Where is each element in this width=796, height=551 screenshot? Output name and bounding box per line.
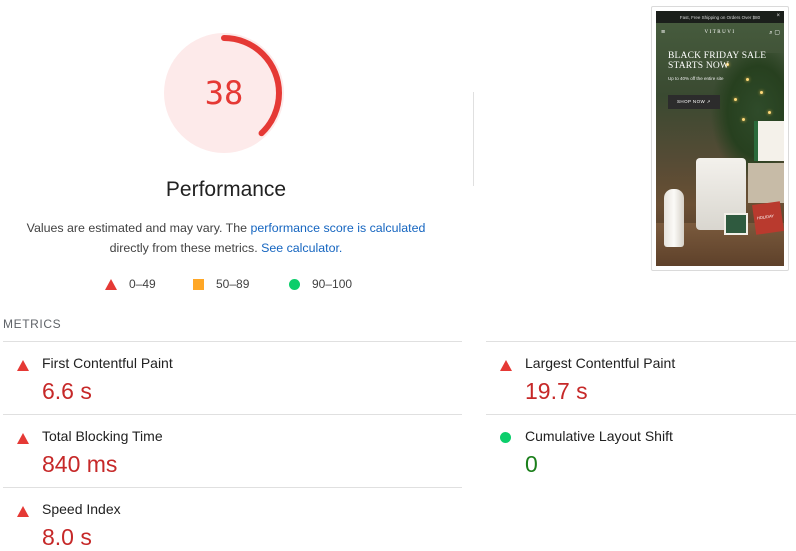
tree-light (734, 98, 737, 101)
metric-speed-index: Speed Index 8.0 s (3, 487, 303, 550)
vase-product (664, 189, 684, 247)
metric-value: 19.7 s (525, 378, 588, 404)
search-cart-icons: ⌕ ▢ (769, 30, 780, 36)
back-box (748, 163, 784, 203)
metric-name: Speed Index (42, 501, 121, 517)
legend-item-pass: 90–100 (289, 277, 352, 291)
metric-name: First Contentful Paint (42, 355, 173, 371)
metric-cumulative-layout-shift: Cumulative Layout Shift 0 (486, 414, 786, 484)
score-value: 38 (204, 74, 244, 112)
legend-item-fail: 0–49 (105, 277, 156, 291)
fail-triangle-icon (17, 431, 29, 449)
brand-logo: VITRUVI (704, 30, 736, 35)
hero-image: HOLIDAY ≡ VITRUVI ⌕ ▢ BLACK FRIDAY SALE … (656, 23, 784, 266)
box-label: HOLIDAY (756, 213, 775, 221)
metric-value: 6.6 s (42, 378, 92, 404)
fail-triangle-icon (500, 358, 512, 376)
description-text-1: Values are estimated and may vary. The (26, 221, 251, 235)
legend-item-average: 50–89 (193, 277, 249, 291)
metric-name: Largest Contentful Paint (525, 355, 676, 371)
green-box (724, 213, 748, 235)
see-calculator-link[interactable]: See calculator. (261, 241, 342, 255)
fail-triangle-icon (17, 504, 29, 522)
hero-subline: Up to 40% off the entire site (668, 76, 724, 81)
performance-score-gauge: 38 (164, 33, 288, 157)
metric-value: 840 ms (42, 451, 118, 477)
metric-name: Total Blocking Time (42, 428, 163, 444)
legend-range: 0–49 (129, 277, 156, 291)
pass-circle-icon (500, 430, 511, 448)
metric-first-contentful-paint: First Contentful Paint 6.6 s (3, 341, 303, 411)
metric-name: Cumulative Layout Shift (525, 428, 673, 444)
pass-circle-icon (289, 278, 300, 290)
vertical-divider (473, 92, 474, 186)
metric-largest-contentful-paint: Largest Contentful Paint 19.7 s (486, 341, 786, 411)
metric-value: 0 (525, 451, 538, 477)
tree-light (768, 111, 771, 114)
fail-triangle-icon (17, 358, 29, 376)
legend-range: 50–89 (216, 277, 250, 291)
hero-headline: BLACK FRIDAY SALE STARTS NOW (668, 51, 767, 71)
metrics-heading: METRICS (3, 317, 62, 331)
promo-text: Fast, Free Shipping on Orders Over $80 (679, 14, 761, 20)
score-title: Performance (165, 178, 287, 201)
gift-box (754, 121, 784, 161)
site-nav: ≡ VITRUVI ⌕ ▢ (656, 27, 784, 39)
score-description: Values are estimated and may vary. The p… (20, 218, 432, 258)
close-icon: × (776, 13, 780, 19)
promo-bar: Fast, Free Shipping on Orders Over $80 × (656, 11, 784, 23)
score-calculated-link[interactable]: performance score is calculated (250, 221, 425, 235)
tree-light (746, 78, 749, 81)
description-text-2: directly from these metrics. (109, 241, 262, 255)
screenshot-page: Fast, Free Shipping on Orders Over $80 ×… (656, 11, 784, 266)
fail-triangle-icon (105, 278, 117, 290)
average-square-icon (193, 278, 204, 290)
metric-total-blocking-time: Total Blocking Time 840 ms (3, 414, 303, 484)
metric-value: 8.0 s (42, 524, 92, 550)
red-holiday-box: HOLIDAY (752, 201, 784, 235)
final-screenshot[interactable]: Fast, Free Shipping on Orders Over $80 ×… (651, 6, 789, 271)
legend-range: 90–100 (312, 277, 353, 291)
tree-light (760, 91, 763, 94)
tree-light (742, 118, 745, 121)
shop-now-button: SHOP NOW ↗ (668, 95, 720, 109)
